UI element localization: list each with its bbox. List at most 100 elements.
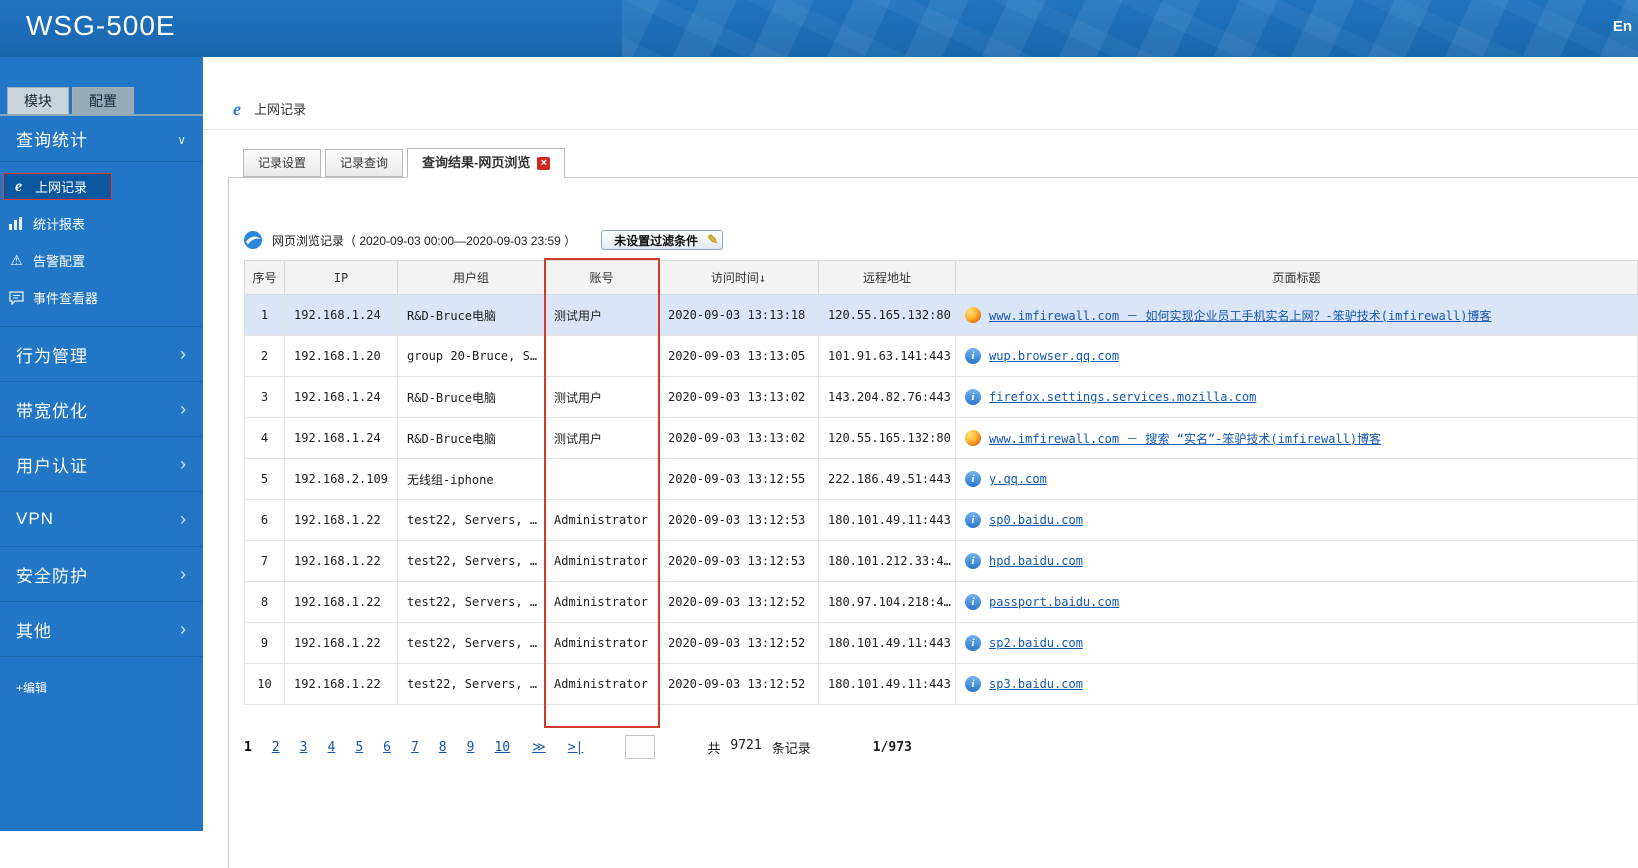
- pagination-last[interactable]: >|: [568, 740, 584, 755]
- table-row[interactable]: 10 192.168.1.22 test22, Servers, R&D… Admin…: [244, 663, 1638, 705]
- results-toolbar: 网页浏览记录（ 2020-09-03 00:00—2020-09-03 23:5…: [243, 230, 1638, 250]
- column-header[interactable]: 账号: [544, 260, 659, 295]
- page-title-link[interactable]: sp0.baidu.com: [989, 513, 1083, 527]
- cell-group: test22, Servers, R&D…: [397, 663, 545, 705]
- cell-remote: 180.101.49.11:443: [818, 622, 956, 664]
- sidebar-item-event-viewer[interactable]: 事件查看器: [0, 279, 203, 316]
- cell-no: 5: [244, 458, 285, 500]
- tab-record-query[interactable]: 记录查询: [325, 149, 404, 177]
- cell-title: hpd.baidu.com: [955, 540, 1638, 582]
- table-row[interactable]: 5 192.168.2.109 无线组-iphone 2020-09-03 13:12…: [244, 458, 1638, 500]
- pagination-page-link[interactable]: 4: [327, 740, 335, 755]
- table-row[interactable]: 9 192.168.1.22 test22, Servers, R&D… Admini…: [244, 622, 1638, 664]
- chevron-right-icon: [180, 454, 187, 475]
- info-icon: [965, 512, 981, 528]
- sidebar-section-vpn[interactable]: VPN: [0, 492, 203, 547]
- cell-account: 测试用户: [544, 376, 659, 418]
- info-icon: [965, 594, 981, 610]
- tab-query-results[interactable]: 查询结果-网页浏览: [407, 148, 566, 178]
- pagination-next[interactable]: ≫: [532, 740, 546, 755]
- page-jump-input[interactable]: [625, 735, 656, 759]
- pagination-page-link[interactable]: 7: [411, 740, 419, 755]
- column-header[interactable]: 页面标题: [955, 260, 1638, 295]
- page-title-link[interactable]: y.qq.com: [989, 472, 1047, 486]
- cell-time: 2020-09-03 13:13:05: [658, 335, 819, 377]
- cell-account: Administrator: [544, 622, 659, 664]
- filter-button[interactable]: 未设置过滤条件: [601, 230, 724, 250]
- sidebar-section-query-stats[interactable]: 查询统计: [0, 116, 203, 162]
- sidebar-section-user-auth[interactable]: 用户认证: [0, 437, 203, 492]
- language-switch[interactable]: En: [1613, 18, 1632, 35]
- pagination-page-link[interactable]: 5: [355, 740, 363, 755]
- column-header[interactable]: 远程地址: [818, 260, 956, 295]
- page-title-link[interactable]: firefox.settings.services.mozilla.com: [989, 390, 1256, 404]
- cell-account: Administrator: [544, 540, 659, 582]
- cell-ip: 192.168.1.22: [284, 622, 398, 664]
- cell-account: 测试用户: [544, 294, 659, 336]
- sidebar-item-stats-report[interactable]: 统计报表: [0, 205, 203, 242]
- cell-time: 2020-09-03 13:12:55: [658, 458, 819, 500]
- top-header: WSG-500E En: [0, 0, 1638, 57]
- page-title-link[interactable]: sp2.baidu.com: [989, 636, 1083, 650]
- browse-records-icon: [243, 230, 263, 250]
- total-prefix: 共: [707, 741, 721, 757]
- sidebar-tab-config[interactable]: 配置: [72, 87, 134, 114]
- page-title-link[interactable]: wup.browser.qq.com: [989, 349, 1119, 363]
- table-row[interactable]: 6 192.168.1.22 test22, Servers, R&D… Admini…: [244, 499, 1638, 541]
- cell-time: 2020-09-03 13:13:02: [658, 417, 819, 459]
- cell-account: 测试用户: [544, 417, 659, 459]
- sidebar-section-bandwidth[interactable]: 带宽优化: [0, 382, 203, 437]
- pagination-page-link[interactable]: 2: [272, 740, 280, 755]
- pagination-page-link[interactable]: 6: [383, 740, 391, 755]
- table-row[interactable]: 7 192.168.1.22 test22, Servers, R&D… Admini…: [244, 540, 1638, 582]
- page-title-link[interactable]: hpd.baidu.com: [989, 554, 1083, 568]
- section-label: 查询统计: [16, 131, 88, 150]
- pagination-page-link[interactable]: 8: [439, 740, 447, 755]
- sidebar-section-security[interactable]: 安全防护: [0, 547, 203, 602]
- cell-group: test22, Servers, R&D…: [397, 540, 545, 582]
- sidebar-item-internet-records[interactable]: 上网记录: [3, 173, 113, 200]
- column-header[interactable]: 用户组: [397, 260, 545, 295]
- sidebar-edit-link[interactable]: +编辑: [0, 665, 203, 710]
- page-title-link[interactable]: sp3.baidu.com: [989, 677, 1083, 691]
- close-icon[interactable]: [537, 156, 551, 170]
- info-icon: [965, 676, 981, 692]
- sidebar-section-others[interactable]: 其他: [0, 602, 203, 657]
- sidebar-item-alarm-config[interactable]: 告警配置: [0, 242, 203, 279]
- pagination-page-link[interactable]: 10: [494, 740, 510, 755]
- cell-time: 2020-09-03 13:12:53: [658, 540, 819, 582]
- cell-no: 1: [244, 294, 285, 336]
- column-header[interactable]: 访问时间↓: [658, 260, 819, 295]
- cell-group: test22, Servers, R&D…: [397, 622, 545, 664]
- table-row[interactable]: 8 192.168.1.22 test22, Servers, R&D… Admini…: [244, 581, 1638, 623]
- cell-remote: 180.101.49.11:443: [818, 663, 956, 705]
- pagination-page-link[interactable]: 3: [300, 740, 308, 755]
- table-row[interactable]: 1 192.168.1.24 R&D-Bruce电脑 测试用户 2020-09-03 1…: [244, 294, 1638, 336]
- info-icon: [965, 348, 981, 364]
- chevron-right-icon: [180, 564, 187, 585]
- table-row[interactable]: 3 192.168.1.24 R&D-Bruce电脑 测试用户 2020-09-03 1…: [244, 376, 1638, 418]
- query-stats-submenu: 上网记录 统计报表 告警配置 事件查看器: [0, 162, 203, 327]
- page-title-link[interactable]: www.imfirewall.com － 搜索 “实名”-笨驴技术(imfire…: [989, 430, 1381, 447]
- ie-icon: [229, 101, 245, 117]
- column-header[interactable]: 序号: [244, 260, 285, 295]
- pagination-page-link[interactable]: 9: [467, 740, 475, 755]
- tab-record-settings[interactable]: 记录设置: [243, 149, 322, 177]
- page-indicator: 1/973: [872, 739, 912, 755]
- cell-title: passport.baidu.com: [955, 581, 1638, 623]
- cell-ip: 192.168.1.22: [284, 581, 398, 623]
- sidebar-section-behavior[interactable]: 行为管理: [0, 327, 203, 382]
- cell-ip: 192.168.1.22: [284, 540, 398, 582]
- cell-no: 9: [244, 622, 285, 664]
- pagination: 1 2 3 4 5 6 7 8 9 10 ≫ >| 共 9721 条记录 1/973: [244, 735, 1638, 759]
- page-title-link[interactable]: passport.baidu.com: [989, 595, 1119, 609]
- cell-ip: 192.168.1.24: [284, 376, 398, 418]
- column-header[interactable]: IP: [284, 260, 398, 295]
- sidebar-tab-modules[interactable]: 模块: [7, 87, 69, 114]
- page-title-link[interactable]: www.imfirewall.com － 如何实现企业员工手机实名上网？-笨驴技…: [989, 307, 1491, 324]
- table-row[interactable]: 4 192.168.1.24 R&D-Bruce电脑 测试用户 2020-09-03 1…: [244, 417, 1638, 459]
- records-table-wrap: 序号 IP 用户组 账号 访问时间↓ 远程地址 页面标题 1 192.168.1.24 R&D-…: [244, 258, 1638, 728]
- record-range-label: 网页浏览记录（ 2020-09-03 00:00—2020-09-03 23:5…: [272, 233, 577, 248]
- table-row[interactable]: 2 192.168.1.20 group 20-Bruce, Ser… 2020-09…: [244, 335, 1638, 377]
- total-unit: 条记录: [771, 741, 811, 757]
